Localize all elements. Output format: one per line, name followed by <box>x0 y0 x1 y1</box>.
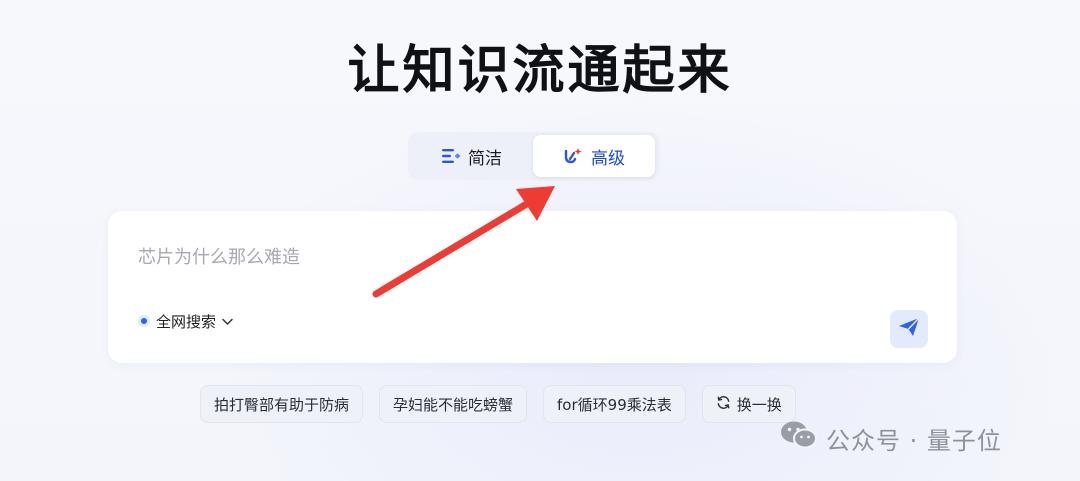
suggestion-label: 孕妇能不能吃螃蟹 <box>393 395 514 414</box>
page-title: 让知识流通起来 <box>347 41 733 101</box>
search-card: 全网搜索 <box>108 211 957 363</box>
watermark-text: 公众号 · 量子位 <box>826 426 1002 455</box>
watermark: 公众号 · 量子位 <box>780 420 1002 456</box>
mode-switch: 简洁 高级 <box>408 132 660 180</box>
refresh-label: 换一换 <box>736 395 782 414</box>
suggestion-chip[interactable]: 拍打臀部有助于防病 <box>200 385 364 423</box>
tab-advanced-label: 高级 <box>591 148 625 169</box>
paper-plane-icon <box>898 317 920 341</box>
suggestion-chip[interactable]: 孕妇能不能吃螃蟹 <box>379 385 528 423</box>
scope-label: 全网搜索 <box>156 312 217 331</box>
refresh-button[interactable]: 换一换 <box>701 385 796 423</box>
send-button[interactable] <box>890 310 928 348</box>
suggestion-label: 拍打臀部有助于防病 <box>214 395 350 414</box>
search-input[interactable] <box>136 241 920 273</box>
refresh-icon <box>716 395 731 414</box>
tab-advanced[interactable]: 高级 <box>533 135 655 177</box>
sparkle-pen-icon <box>563 147 583 165</box>
tab-simple[interactable]: 简洁 <box>414 135 530 177</box>
suggestion-chip[interactable]: for循环99乘法表 <box>543 385 686 423</box>
tab-simple-label: 简洁 <box>468 148 502 169</box>
suggestion-list: 拍打臀部有助于防病 孕妇能不能吃螃蟹 for循环99乘法表 换一换 <box>200 385 796 423</box>
lines-icon <box>442 148 460 164</box>
dot-icon <box>138 315 150 327</box>
wechat-icon <box>780 420 818 456</box>
scope-dropdown[interactable]: 全网搜索 <box>138 309 233 333</box>
chevron-down-icon <box>222 312 233 330</box>
suggestion-label: for循环99乘法表 <box>557 395 672 414</box>
